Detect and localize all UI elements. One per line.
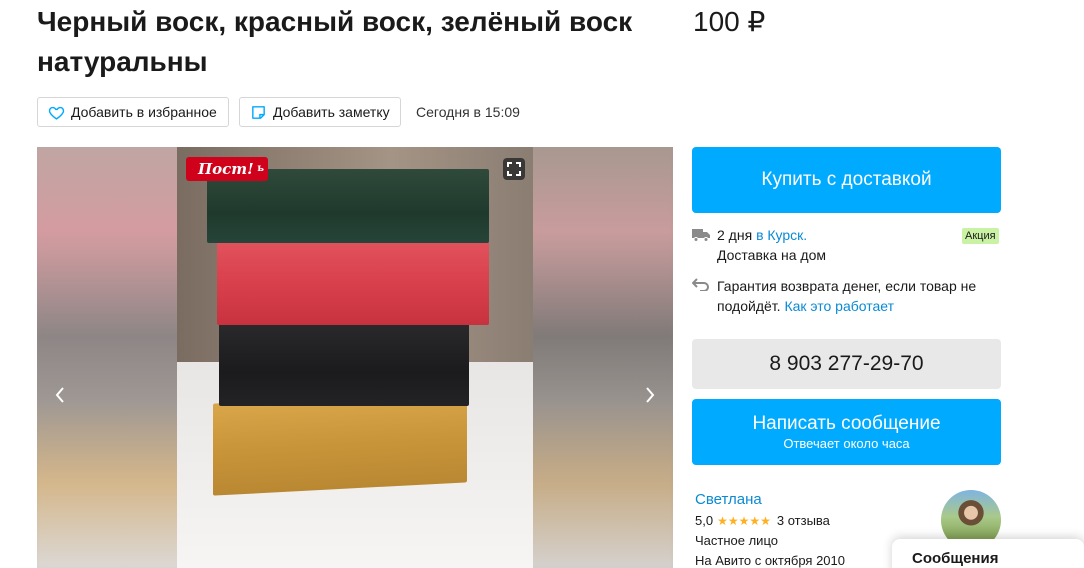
show-phone-button[interactable]: 8 903 277-29-70 xyxy=(692,339,1001,389)
write-message-label: Написать сообщение xyxy=(752,413,941,434)
return-arrow-icon xyxy=(692,278,709,291)
seller-name-link[interactable]: Светлана xyxy=(695,491,762,508)
add-note-label: Добавить заметку xyxy=(273,104,390,120)
messages-panel-label: Сообщения xyxy=(912,550,999,567)
photo-gallery[interactable] xyxy=(37,147,673,568)
gallery-blur-left xyxy=(37,147,177,568)
post-badge-label: Пост! xyxy=(198,160,254,178)
delivery-home-text: Доставка на дом xyxy=(717,247,826,263)
guarantee-info: Гарантия возврата денег, если товар не п… xyxy=(717,276,977,316)
reviews-count[interactable]: 3 отзыва xyxy=(777,513,830,528)
delivery-city-link[interactable]: в Курск. xyxy=(756,227,807,243)
seller-since: На Авито с октября 2010 xyxy=(695,553,845,568)
listing-photo[interactable] xyxy=(177,147,533,568)
delivery-info: 2 дня в Курск. xyxy=(717,227,807,243)
messages-panel[interactable]: Сообщения xyxy=(892,539,1084,568)
add-to-favorites-button[interactable]: Добавить в избранное xyxy=(37,97,229,127)
note-icon xyxy=(252,105,265,119)
publish-date: Сегодня в 15:09 xyxy=(416,104,520,120)
truck-icon xyxy=(692,229,710,242)
heart-icon xyxy=(48,106,65,120)
how-it-works-link[interactable]: Как это работает xyxy=(784,298,894,314)
post-badge-suffix: ь xyxy=(257,163,264,174)
listing-price: 100 ₽ xyxy=(693,6,766,37)
gallery-blur-right xyxy=(533,147,673,568)
add-note-button[interactable]: Добавить заметку xyxy=(239,97,401,127)
promo-badge: Акция xyxy=(962,228,999,244)
seller-type: Частное лицо xyxy=(695,533,778,548)
post-badge: Пост! ь xyxy=(186,157,268,181)
wax-bar-black xyxy=(219,322,469,406)
response-time: Отвечает около часа xyxy=(783,436,910,451)
add-to-favorites-label: Добавить в избранное xyxy=(71,104,217,120)
fullscreen-icon[interactable] xyxy=(503,158,525,180)
wax-bar-red xyxy=(217,240,489,325)
rating-stars-icon: ★★★★★ xyxy=(717,513,771,528)
seller-rating: 5,0 ★★★★★ 3 отзыва xyxy=(695,513,830,528)
write-message-button[interactable]: Написать сообщение Отвечает около часа xyxy=(692,399,1001,465)
listing-title: Черный воск, красный воск, зелёный воск … xyxy=(37,6,633,77)
chevron-right-icon[interactable] xyxy=(642,383,658,407)
rating-value: 5,0 xyxy=(695,513,714,528)
delivery-days: 2 дня xyxy=(717,227,753,243)
wax-bar-yellow xyxy=(213,390,467,496)
chevron-left-icon[interactable] xyxy=(52,383,68,407)
buy-with-delivery-button[interactable]: Купить с доставкой xyxy=(692,147,1001,213)
